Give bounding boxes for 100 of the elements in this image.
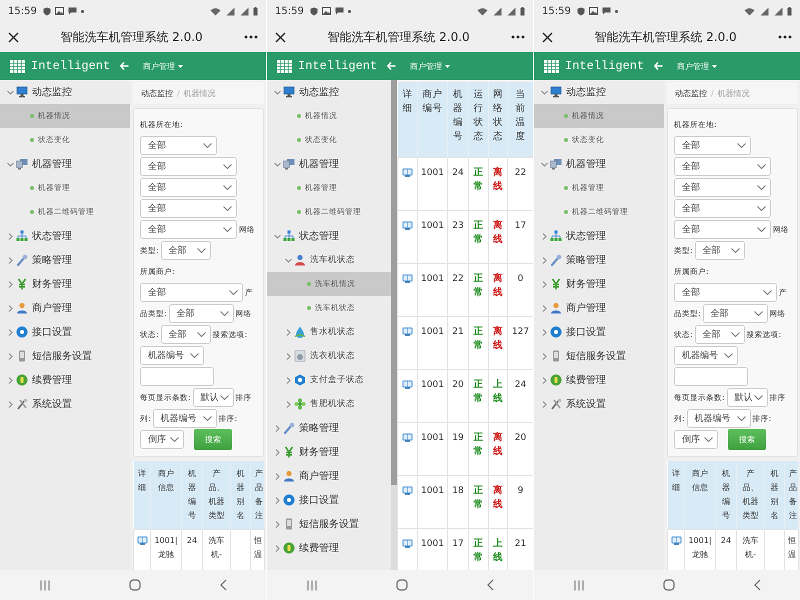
dropdown[interactable]: 倒序 bbox=[674, 430, 718, 449]
menu-group[interactable]: 动态监控 bbox=[0, 80, 130, 104]
book-icon[interactable] bbox=[402, 539, 413, 548]
book-icon[interactable] bbox=[402, 327, 413, 336]
menu-group[interactable]: 接口设置 bbox=[0, 320, 130, 344]
back-icon[interactable] bbox=[486, 579, 494, 591]
status-cell: 正常 bbox=[468, 422, 488, 476]
scrollbar[interactable] bbox=[391, 80, 397, 570]
back-icon[interactable] bbox=[754, 579, 760, 591]
dropdown[interactable]: 全部 bbox=[674, 136, 751, 155]
book-icon[interactable] bbox=[402, 274, 413, 283]
text-field[interactable] bbox=[674, 367, 748, 386]
book-icon[interactable] bbox=[402, 168, 413, 177]
dropdown[interactable]: 默认 bbox=[192, 388, 234, 407]
back-icon[interactable] bbox=[220, 579, 226, 591]
dropdown[interactable]: 全部 bbox=[694, 241, 745, 260]
menu-group[interactable]: 动态监控 bbox=[267, 80, 391, 104]
monitor-icon bbox=[283, 86, 295, 98]
dropdown[interactable]: 全部 bbox=[674, 157, 771, 176]
dropdown[interactable]: 全部 bbox=[674, 283, 777, 302]
dropdown[interactable]: 倒序 bbox=[140, 430, 184, 449]
book-icon[interactable] bbox=[402, 433, 413, 442]
menu-group[interactable]: 财务管理 bbox=[534, 272, 664, 296]
menu-group[interactable]: 续费管理 bbox=[0, 368, 130, 392]
home-icon[interactable] bbox=[396, 579, 408, 591]
dropdown[interactable]: 全部 bbox=[674, 199, 771, 218]
dropdown[interactable]: 机器编号 bbox=[140, 346, 204, 365]
menu-button[interactable]: 商户管理 bbox=[143, 60, 184, 72]
dropdown[interactable]: 全部 bbox=[140, 220, 237, 239]
dropdown[interactable]: 全部 bbox=[140, 283, 243, 302]
menu-group[interactable]: 短信服务设置 bbox=[0, 344, 130, 368]
dropdown[interactable]: 全部 bbox=[694, 325, 745, 344]
dropdown[interactable]: 全部 bbox=[702, 304, 768, 323]
book-icon[interactable] bbox=[402, 486, 413, 495]
menu-group[interactable]: 接口设置 bbox=[267, 488, 391, 512]
chevron-down-icon bbox=[730, 248, 740, 253]
book-icon[interactable] bbox=[671, 536, 682, 545]
book-icon[interactable] bbox=[402, 221, 413, 230]
menu-group[interactable]: 接口设置 bbox=[534, 320, 664, 344]
dropdown[interactable]: 全部 bbox=[160, 241, 211, 260]
menu-button[interactable]: 商户管理 bbox=[677, 60, 718, 72]
arrow-left-icon[interactable] bbox=[120, 62, 130, 70]
arrow-left-icon[interactable] bbox=[387, 62, 396, 70]
breadcrumb-link[interactable]: 动态监控 bbox=[675, 88, 707, 98]
home-icon[interactable] bbox=[128, 579, 140, 591]
menu-group[interactable]: 财务管理 bbox=[267, 440, 391, 464]
menu-group[interactable]: 商户管理 bbox=[534, 296, 664, 320]
menu-group[interactable]: 洗车机状态 bbox=[267, 248, 391, 272]
close-icon[interactable] bbox=[542, 32, 553, 42]
menu-group[interactable]: 动态监控 bbox=[534, 80, 664, 104]
menu-group[interactable]: 短信服务设置 bbox=[534, 344, 664, 368]
dropdown[interactable]: 全部 bbox=[674, 178, 771, 197]
menu-group[interactable]: 机器管理 bbox=[534, 152, 664, 176]
dropdown[interactable]: 全部 bbox=[140, 136, 217, 155]
dropdown[interactable]: 全部 bbox=[674, 220, 771, 239]
menu-group[interactable]: 状态管理 bbox=[534, 224, 664, 248]
text-field[interactable] bbox=[140, 367, 214, 386]
close-icon[interactable] bbox=[275, 32, 286, 42]
more-icon[interactable] bbox=[244, 35, 258, 39]
menu-group[interactable]: 系统设置 bbox=[0, 392, 130, 416]
menu-group[interactable]: 商户管理 bbox=[0, 296, 130, 320]
book-icon[interactable] bbox=[402, 380, 413, 389]
dropdown[interactable]: 全部 bbox=[140, 157, 237, 176]
menu-group[interactable]: 状态管理 bbox=[0, 224, 130, 248]
dropdown[interactable]: 全部 bbox=[168, 304, 234, 323]
menu-group[interactable]: 系统设置 bbox=[534, 392, 664, 416]
dropdown[interactable]: 机器编号 bbox=[152, 409, 217, 428]
recent-apps-icon[interactable] bbox=[40, 580, 50, 590]
menu-group[interactable]: 策略管理 bbox=[534, 248, 664, 272]
breadcrumb-link[interactable]: 动态监控 bbox=[141, 88, 173, 98]
more-icon[interactable] bbox=[511, 35, 525, 39]
dropdown[interactable]: 全部 bbox=[140, 199, 237, 218]
menu-group[interactable]: 商户管理 bbox=[267, 464, 391, 488]
recent-apps-icon[interactable] bbox=[574, 580, 584, 590]
menu-group[interactable]: 策略管理 bbox=[0, 248, 130, 272]
menu-group[interactable]: 续费管理 bbox=[534, 368, 664, 392]
menu-button[interactable]: 商户管理 bbox=[410, 60, 450, 72]
menu-group[interactable]: 机器管理 bbox=[267, 152, 391, 176]
menu-group[interactable]: 策略管理 bbox=[267, 416, 391, 440]
recent-apps-icon[interactable] bbox=[306, 580, 316, 590]
menu-group[interactable]: 售水机状态 bbox=[267, 320, 391, 344]
dropdown[interactable]: 机器编号 bbox=[674, 346, 738, 365]
arrow-left-icon[interactable] bbox=[654, 62, 664, 70]
more-icon[interactable] bbox=[778, 35, 792, 39]
menu-group[interactable]: 财务管理 bbox=[0, 272, 130, 296]
menu-group[interactable]: 售肥机状态 bbox=[267, 392, 391, 416]
home-icon[interactable] bbox=[662, 579, 674, 591]
menu-group[interactable]: 支付盒子状态 bbox=[267, 368, 391, 392]
dropdown[interactable]: 全部 bbox=[160, 325, 211, 344]
dropdown[interactable]: 全部 bbox=[140, 178, 237, 197]
bullet-icon bbox=[30, 210, 34, 214]
menu-group[interactable]: 续费管理 bbox=[267, 536, 391, 560]
menu-group[interactable]: 机器管理 bbox=[0, 152, 130, 176]
book-icon[interactable] bbox=[137, 536, 148, 545]
menu-group[interactable]: 短信服务设置 bbox=[267, 512, 391, 536]
dropdown[interactable]: 默认 bbox=[726, 388, 768, 407]
close-icon[interactable] bbox=[8, 32, 19, 42]
menu-group[interactable]: 洗衣机状态 bbox=[267, 344, 391, 368]
menu-group[interactable]: 状态管理 bbox=[267, 224, 391, 248]
dropdown[interactable]: 机器编号 bbox=[686, 409, 751, 428]
